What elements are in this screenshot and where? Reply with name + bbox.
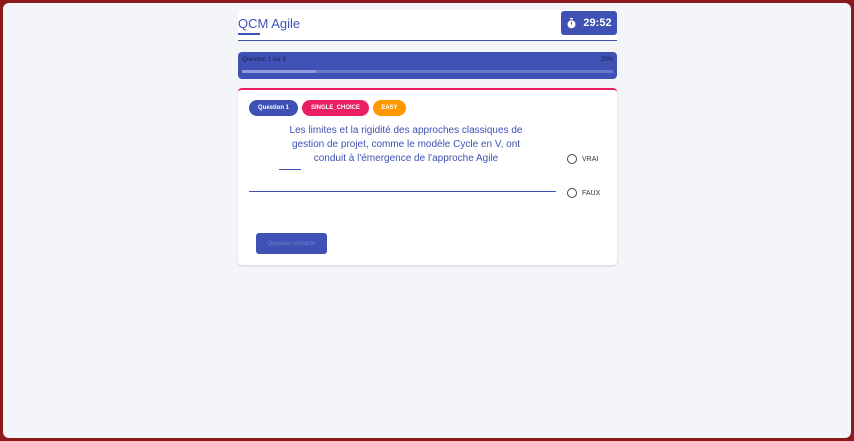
- question-card: Question 1 SINGLE_CHOICE EASY Les limite…: [238, 88, 617, 265]
- option-vrai[interactable]: VRAI: [567, 154, 598, 164]
- question-divider: [249, 191, 556, 192]
- question-underline: [279, 169, 301, 170]
- question-number-chip: Question 1: [249, 100, 298, 116]
- question-chips: Question 1 SINGLE_CHOICE EASY: [249, 100, 406, 116]
- option-label-vrai: VRAI: [582, 155, 599, 163]
- option-faux[interactable]: FAUX: [567, 188, 600, 198]
- app-title: QCM Agile: [238, 16, 301, 31]
- radio-vrai[interactable]: [567, 154, 577, 164]
- title-underline: [238, 33, 260, 35]
- progress-label: Question 1 sur 5: [242, 57, 287, 63]
- progress-track: [242, 70, 613, 73]
- stopwatch-icon: [566, 17, 577, 29]
- app-header: QCM Agile 29:52: [238, 10, 617, 41]
- progress-card: Question 1 sur 5 20%: [238, 52, 617, 79]
- question-level-chip: EASY: [373, 100, 406, 116]
- option-label-faux: FAUX: [582, 189, 601, 197]
- timer-value: 29:52: [583, 17, 612, 29]
- radio-faux[interactable]: [567, 188, 577, 198]
- progress-fill: [242, 70, 317, 73]
- timer: 29:52: [561, 11, 617, 35]
- progress-percent: 20%: [600, 57, 613, 63]
- question-type-chip: SINGLE_CHOICE: [302, 100, 369, 116]
- app-viewport: QCM Agile 29:52 Question 1 sur 5 20% Que…: [3, 3, 851, 438]
- question-text: Les limites et la rigidité des approches…: [289, 125, 523, 164]
- next-question-button[interactable]: Question suivante: [256, 233, 327, 254]
